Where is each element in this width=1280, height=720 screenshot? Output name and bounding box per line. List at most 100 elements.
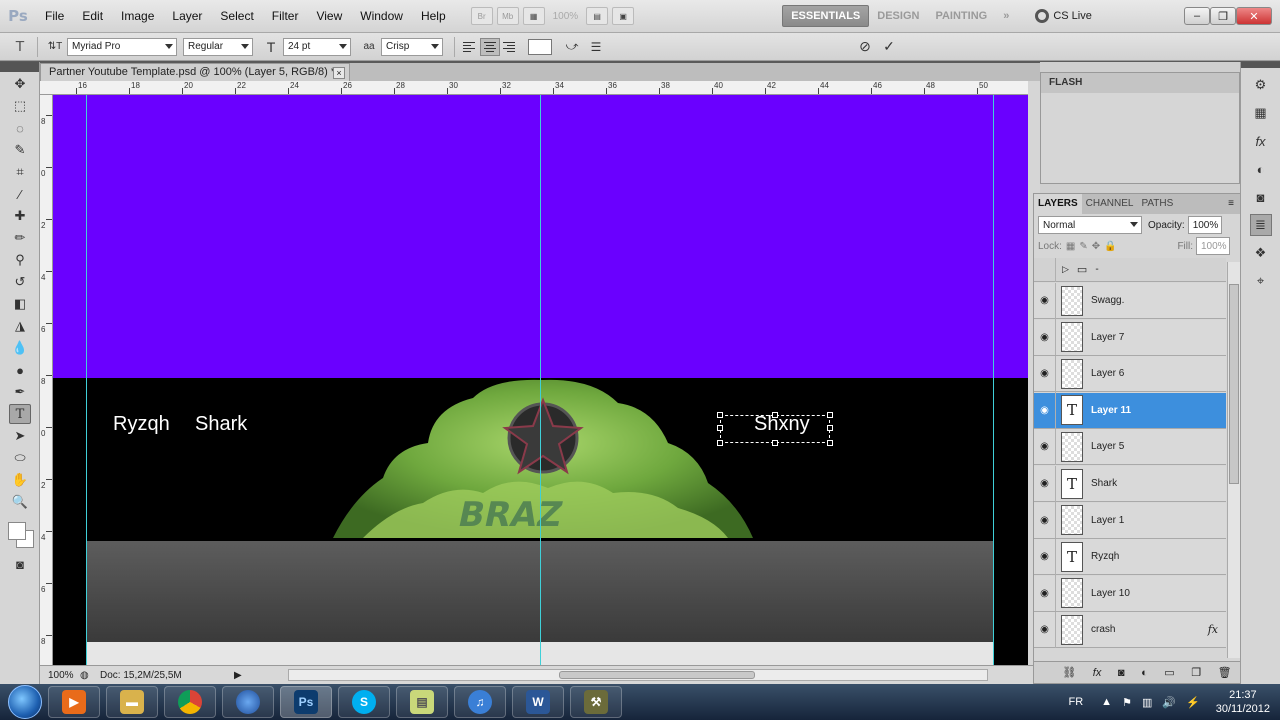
taskbar-word[interactable]: W <box>512 686 564 718</box>
document-canvas[interactable]: BRAZ Ryzqh Shark Shxny <box>53 95 1028 665</box>
layer-row[interactable]: ◉ T Layer 11 <box>1034 392 1226 429</box>
quick-mask-icon[interactable]: ◙ <box>9 554 31 574</box>
view-extras-icon[interactable]: ▦ <box>522 7 545 25</box>
font-family-select[interactable]: Myriad Pro <box>67 37 177 56</box>
tab-paths[interactable]: PATHS <box>1137 194 1177 214</box>
transform-handle[interactable] <box>717 412 723 418</box>
eye-icon[interactable]: ◉ <box>1034 392 1056 429</box>
align-right-button[interactable] <box>500 38 520 56</box>
guide-line[interactable] <box>86 95 87 665</box>
taskbar-skype[interactable]: S <box>338 686 390 718</box>
zoom-field[interactable]: 100% <box>40 670 80 681</box>
expand-arrow-icon[interactable]: ▷ <box>1062 264 1069 275</box>
hand-tool-icon[interactable]: ✋ <box>9 470 31 490</box>
eye-icon[interactable]: ◉ <box>1034 575 1056 612</box>
menu-filter[interactable]: Filter <box>263 0 308 33</box>
shape-tool-icon[interactable]: ⬭ <box>9 448 31 468</box>
tab-channels[interactable]: CHANNEL <box>1082 194 1138 214</box>
eye-icon[interactable]: ◉ <box>1034 538 1056 575</box>
blur-tool-icon[interactable]: 💧 <box>9 338 31 358</box>
transform-handle[interactable] <box>772 440 778 446</box>
lock-position-icon[interactable]: ✥ <box>1092 241 1100 252</box>
eye-icon[interactable]: ◉ <box>1034 319 1056 356</box>
arrange-documents-icon[interactable]: ▤ <box>586 7 609 25</box>
zoom-level-menu[interactable]: 100% <box>547 11 585 22</box>
layer-row[interactable]: ◉ Layer 10 <box>1034 575 1226 612</box>
guide-line[interactable] <box>540 95 541 665</box>
link-layers-icon[interactable]: ⛓ <box>1062 666 1076 679</box>
vertical-ruler[interactable]: 8 0 2 4 6 8 0 2 4 6 8 <box>40 95 53 665</box>
transform-handle[interactable] <box>827 440 833 446</box>
taskbar-media-player[interactable]: ▶ <box>48 686 100 718</box>
restore-button[interactable]: ❐ <box>1210 7 1236 25</box>
eye-icon[interactable]: ◉ <box>1034 502 1056 539</box>
cancel-edits-icon[interactable]: ⊘ <box>855 37 875 57</box>
panel-menu-icon[interactable]: ≡ <box>1222 194 1240 214</box>
lock-all-icon[interactable]: 🔒 <box>1104 241 1116 252</box>
cs-live-menu[interactable]: CS Live <box>1035 9 1092 23</box>
opacity-input[interactable]: 100% <box>1187 216 1222 234</box>
workspace-essentials[interactable]: ESSENTIALS <box>782 5 870 27</box>
character-panel-icon[interactable]: ☰ <box>586 37 606 57</box>
swatches-panel-icon[interactable]: ▦ <box>1250 102 1272 124</box>
dodge-tool-icon[interactable]: ● <box>9 360 31 380</box>
language-indicator[interactable]: FR <box>1069 696 1084 708</box>
scrollbar-thumb[interactable] <box>1229 284 1239 484</box>
tools-panel-header[interactable] <box>0 62 39 72</box>
layer-effects-icon[interactable]: fx <box>1208 623 1218 636</box>
eye-icon[interactable]: ◉ <box>1034 465 1056 502</box>
eyedropper-tool-icon[interactable]: ⁄ <box>9 184 31 204</box>
warp-text-icon[interactable]: ⤻ <box>562 37 582 57</box>
power-icon[interactable]: ⚡ <box>1186 696 1200 709</box>
layer-row[interactable]: ◉ crash fx <box>1034 611 1226 649</box>
tray-arrow-icon[interactable]: ▲ <box>1101 696 1112 708</box>
text-shark[interactable]: Shark <box>195 413 247 436</box>
horizontal-scrollbar[interactable] <box>288 669 988 681</box>
move-tool-icon[interactable]: ✥ <box>9 74 31 94</box>
visibility-toggle[interactable] <box>1034 257 1056 282</box>
text-color-swatch[interactable] <box>528 38 552 55</box>
workspace-more[interactable]: » <box>995 5 1017 27</box>
menu-select[interactable]: Select <box>211 0 262 33</box>
adjustment-layer-icon[interactable]: ◐ <box>1141 667 1148 679</box>
layers-panel-icon[interactable]: ≣ <box>1249 214 1272 236</box>
mini-bridge-panel-icon[interactable]: ⚙ <box>1250 74 1272 96</box>
transform-handle[interactable] <box>827 412 833 418</box>
text-orientation-icon[interactable]: ⇅T <box>45 37 65 57</box>
menu-image[interactable]: Image <box>112 0 163 33</box>
screen-mode-icon[interactable]: ▣ <box>612 7 635 25</box>
taskbar-firefox[interactable] <box>222 686 274 718</box>
menu-window[interactable]: Window <box>351 0 412 33</box>
font-size-select[interactable]: 24 pt <box>283 37 351 56</box>
blend-mode-select[interactable]: Normal <box>1038 216 1142 234</box>
document-tab[interactable]: Partner Youtube Template.psd @ 100% (Lay… <box>40 63 350 81</box>
transform-handle[interactable] <box>772 412 778 418</box>
taskbar-itunes[interactable]: ♫ <box>454 686 506 718</box>
type-tool-preset-icon[interactable]: T <box>10 37 30 57</box>
adjustments-panel-icon[interactable]: ◐ <box>1250 158 1272 180</box>
clock[interactable]: 21:37 30/11/2012 <box>1216 688 1270 716</box>
bridge-icon[interactable]: Br <box>470 7 493 25</box>
eye-icon[interactable]: ◉ <box>1034 611 1056 648</box>
horizontal-ruler[interactable]: 16 18 20 22 24 26 28 30 32 34 36 38 40 42 44 46 48 50 <box>40 81 1040 95</box>
layer-style-icon[interactable]: fx <box>1093 667 1102 679</box>
history-brush-tool-icon[interactable]: ↺ <box>9 272 31 292</box>
layer-row[interactable]: ◉ T Ryzqh <box>1034 538 1226 576</box>
pen-tool-icon[interactable]: ✒ <box>9 382 31 402</box>
zoom-tool-icon[interactable]: 🔍 <box>9 492 31 512</box>
volume-icon[interactable]: 🔊 <box>1162 696 1176 709</box>
fill-input[interactable]: 100% <box>1196 237 1230 255</box>
add-mask-icon[interactable]: ◙ <box>1118 667 1125 679</box>
lock-transparent-icon[interactable]: ▦ <box>1066 241 1075 252</box>
guide-line[interactable] <box>993 95 994 665</box>
network-icon[interactable]: ▥ <box>1142 696 1152 709</box>
layers-scrollbar[interactable] <box>1227 262 1240 658</box>
workspace-design[interactable]: DESIGN <box>869 5 927 27</box>
layer-row[interactable]: ◉ Layer 5 <box>1034 428 1226 466</box>
transform-handle[interactable] <box>827 425 833 431</box>
crop-tool-icon[interactable]: ⌗ <box>9 162 31 182</box>
transform-handle[interactable] <box>717 425 723 431</box>
font-style-select[interactable]: Regular <box>183 37 253 56</box>
layer-row[interactable]: ◉ T Shark <box>1034 465 1226 502</box>
align-left-button[interactable] <box>460 38 480 56</box>
